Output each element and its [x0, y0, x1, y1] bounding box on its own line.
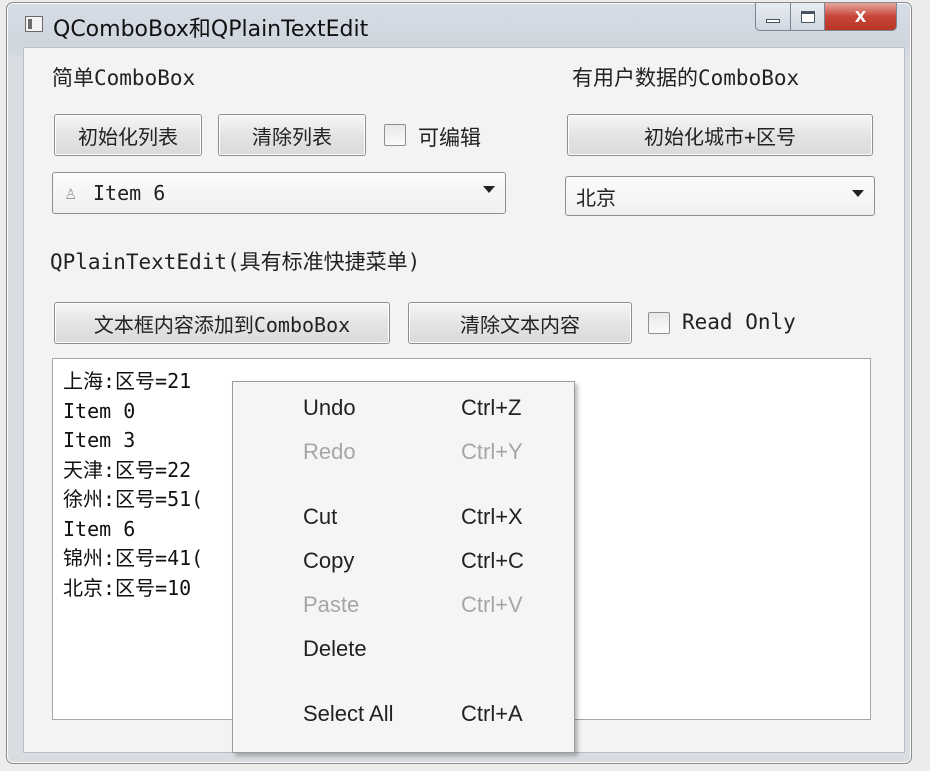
main-window: QComboBox和QPlainTextEdit X 简单ComboBox 初始… [6, 2, 912, 764]
add-to-combo-button[interactable]: 文本框内容添加到ComboBox [54, 302, 390, 344]
menu-item-undo[interactable]: Undo Ctrl+Z [233, 389, 574, 429]
menu-item-delete[interactable]: Delete [233, 630, 574, 670]
menu-item-copy[interactable]: Copy Ctrl+C [233, 542, 574, 582]
text-line: 天津:区号=22 [63, 457, 192, 482]
text-line: 锦州:区号=41( [63, 546, 204, 570]
simple-combo-title: 简单ComboBox [52, 66, 196, 90]
menu-item-shortcut: Ctrl+C [461, 548, 524, 573]
menu-item-shortcut: Ctrl+A [461, 701, 523, 726]
user-data-combo-title: 有用户数据的ComboBox [572, 66, 800, 90]
menu-item-paste[interactable]: Paste Ctrl+V [233, 586, 574, 626]
menu-item-label: Select All [303, 701, 394, 726]
init-city-button[interactable]: 初始化城市+区号 [567, 114, 873, 156]
simple-combo[interactable]: ♙ Item 6 [52, 172, 506, 214]
city-combo-value: 北京 [576, 185, 616, 210]
text-line: Item 3 [63, 428, 136, 452]
editable-label: 可编辑 [418, 126, 481, 150]
menu-item-label: Paste [303, 592, 360, 617]
text-line: 北京:区号=10 [63, 575, 192, 600]
close-icon: X [854, 7, 867, 26]
person-icon: ♙ [65, 182, 77, 204]
menu-item-select-all[interactable]: Select All Ctrl+A [233, 695, 574, 735]
menu-item-label: Delete [303, 636, 367, 661]
chevron-down-icon [852, 190, 864, 197]
menu-item-shortcut: Ctrl+Y [461, 439, 523, 464]
context-menu: Undo Ctrl+Z Redo Ctrl+Y Cut Ctrl+X Copy … [232, 381, 575, 753]
menu-item-label: Undo [303, 395, 356, 420]
init-list-button[interactable]: 初始化列表 [54, 114, 202, 156]
window-title: QComboBox和QPlainTextEdit [53, 17, 369, 42]
read-only-label: Read Only [682, 310, 796, 334]
text-line: 上海:区号=21 [63, 369, 192, 393]
clear-list-button[interactable]: 清除列表 [218, 114, 366, 156]
text-lines: 上海:区号=21 Item 0 Item 3 天津:区号=22 徐州:区号=51… [63, 367, 203, 603]
chevron-down-icon [483, 186, 495, 193]
text-line: Item 0 [63, 398, 136, 423]
menu-item-shortcut: Ctrl+X [461, 504, 523, 529]
maximize-button[interactable] [791, 3, 825, 31]
clear-text-button[interactable]: 清除文本内容 [408, 302, 632, 344]
close-button[interactable]: X [825, 3, 897, 31]
maximize-icon [800, 10, 815, 23]
caption-buttons: X [755, 3, 897, 33]
client-area: 简单ComboBox 初始化列表 清除列表 可编辑 ♙ Item 6 有用户数据… [23, 47, 905, 753]
menu-item-label: Redo [303, 439, 356, 464]
menu-item-label: Copy [303, 548, 355, 573]
read-only-checkbox[interactable] [648, 312, 670, 334]
app-icon[interactable] [25, 16, 43, 32]
city-combo[interactable]: 北京 [565, 176, 875, 216]
text-line: 徐州:区号=51( [63, 487, 204, 511]
minimize-icon [766, 18, 780, 23]
menu-item-shortcut: Ctrl+V [461, 592, 523, 617]
simple-combo-value: Item 6 [93, 181, 166, 205]
editable-checkbox[interactable] [384, 124, 406, 146]
menu-item-redo[interactable]: Redo Ctrl+Y [233, 433, 574, 473]
title-bar[interactable]: QComboBox和QPlainTextEdit X [7, 3, 911, 47]
menu-item-cut[interactable]: Cut Ctrl+X [233, 498, 574, 538]
plain-text-title: QPlainTextEdit(具有标准快捷菜单) [50, 250, 421, 274]
menu-item-label: Cut [303, 504, 338, 529]
menu-item-shortcut: Ctrl+Z [461, 395, 522, 420]
text-line: Item 6 [63, 516, 136, 541]
minimize-button[interactable] [755, 3, 791, 31]
